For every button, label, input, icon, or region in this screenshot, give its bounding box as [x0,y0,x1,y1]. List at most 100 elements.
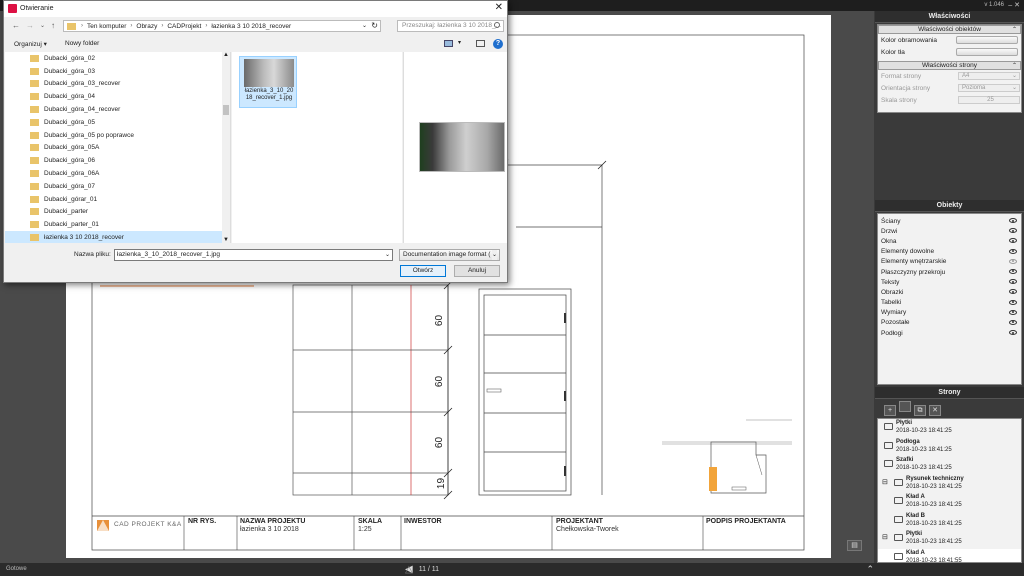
chevron-up-icon[interactable]: ⌃ [866,564,874,575]
folder-item[interactable]: Dubacki_parter_01 [5,218,230,231]
eye-icon[interactable] [1009,258,1017,264]
chevron-down-icon[interactable]: ⌄ [385,250,390,260]
view-mode-icon[interactable] [444,40,453,47]
add-page-icon[interactable]: + [884,405,896,416]
page-format-select[interactable]: A4 ⌄ [958,72,1020,80]
breadcrumb-item[interactable]: Ten komputer [87,23,126,30]
eye-icon[interactable] [1009,279,1017,285]
file-item[interactable]: łazienka_3_10_20 18_recover_1.jpg [239,56,297,108]
folder-item[interactable]: Dubacki_góra_06A [5,167,230,180]
folder-item[interactable]: Dubacki_górar_01 [5,193,230,206]
folder-item[interactable]: łazienka 3 10 2018_recover [5,231,230,243]
object-layer-row[interactable]: Płaszczyzny przekroju [878,267,1021,277]
page-item[interactable]: Szafki 2018-10-23 18:41:25 [878,456,1021,475]
page-scale-input[interactable]: 25 [958,96,1020,104]
folder-item[interactable]: Dubacki_góra_06 [5,154,230,167]
refresh-icon[interactable]: ↻ [371,21,378,30]
page-item[interactable]: ⊟ Rysunek techniczny 2018-10-23 18:41:25 [878,475,1021,494]
blank-page-icon[interactable] [899,401,911,412]
filename-input[interactable]: łazienka_3_10_2018_recover_1.jpg ⌄ [114,249,393,261]
object-layer-row[interactable]: Tabelki [878,298,1021,308]
eye-icon[interactable] [1009,268,1017,274]
object-layer-row[interactable]: Drzwi [878,226,1021,236]
help-icon[interactable]: ? [493,39,503,49]
open-button[interactable]: Otwórz [400,265,446,277]
eye-icon[interactable] [1009,299,1017,305]
search-input[interactable]: Przeszukaj: łazienka 3 10 2018_... [397,20,504,32]
open-file-dialog: Otwieranie ✕ ← → ⌄ ↑ › Ten komputer › Ob… [3,0,508,283]
preview-pane-icon[interactable] [476,40,485,47]
chevron-down-icon[interactable]: ▾ [458,39,461,46]
eye-icon[interactable] [1009,248,1017,254]
border-color-button[interactable] [956,36,1018,44]
close-icon[interactable]: ✕ [495,2,503,13]
page-item[interactable]: Kład A 2018-10-23 18:41:55 [878,548,1021,562]
page-item[interactable]: ⊟ Płytki 2018-10-23 18:41:25 [878,530,1021,549]
eye-icon[interactable] [1009,218,1017,223]
object-properties-header[interactable]: Właściwości obiektów ⌃ [878,25,1021,34]
folder-item[interactable]: Dubacki_góra_04_recover [5,103,230,116]
object-layer-row[interactable]: Wymiary [878,308,1021,318]
collapse-icon[interactable]: ⊟ [882,478,888,486]
forward-arrow-icon[interactable]: → [26,21,34,30]
page-orientation-row: Orientacja strony Pozioma ⌄ [878,82,1021,94]
history-dropdown-icon[interactable]: ⌄ [40,22,45,29]
folder-item[interactable]: Dubacki_góra_03_recover [5,78,230,91]
scroll-thumb[interactable] [223,105,229,115]
folder-icon [67,22,76,30]
object-layer-row[interactable]: Okna [878,236,1021,246]
eye-icon[interactable] [1009,228,1017,234]
page-item[interactable]: Kład B 2018-10-23 18:41:25 [878,512,1021,531]
eye-icon[interactable] [1009,330,1017,336]
page-scale-value: 25 [987,97,994,103]
folder-tree-scrollbar[interactable]: ▲ ▼ [222,52,230,243]
page-item[interactable]: Kład A 2018-10-23 18:41:25 [878,493,1021,512]
window-controls[interactable]: – ✕ [1008,1,1020,9]
up-arrow-icon[interactable]: ↑ [51,21,55,30]
object-layer-row[interactable]: Ściany [878,216,1021,226]
object-layer-row[interactable]: Teksty [878,277,1021,287]
next-page-icon[interactable]: ▷ [403,566,414,574]
folder-item[interactable]: Dubacki_góra_05A [5,142,230,155]
mini-plan-room [710,441,767,494]
page-item[interactable]: Podłoga 2018-10-23 18:41:25 [878,438,1021,457]
folder-item[interactable]: Dubacki_góra_04 [5,90,230,103]
object-layer-row[interactable]: Pozostałe [878,318,1021,328]
folder-item[interactable]: Dubacki_góra_02 [5,52,230,65]
delete-page-icon[interactable]: ✕ [929,405,941,416]
eye-icon[interactable] [1009,319,1017,325]
folder-item[interactable]: Dubacki_parter [5,206,230,219]
back-arrow-icon[interactable]: ← [12,21,20,30]
eye-icon[interactable] [1009,289,1017,295]
scroll-up-icon[interactable]: ▲ [223,52,229,58]
sheet-settings-icon[interactable]: ▤ [847,540,862,551]
folder-item[interactable]: Dubacki_góra_05 [5,116,230,129]
page-properties-header[interactable]: Właściwości strony ⌃ [878,61,1021,70]
page-properties-title: Właściwości strony [922,62,977,69]
page-item[interactable]: Płytki 2018-10-23 18:41:25 [878,419,1021,438]
organize-button[interactable]: Organizuj ▾ [14,40,47,48]
bg-color-button[interactable] [956,48,1018,56]
breadcrumb-item[interactable]: łazienka 3 10 2018_recover [211,23,291,30]
folder-item[interactable]: Dubacki_góra_07 [5,180,230,193]
object-layer-row[interactable]: Obrazki [878,287,1021,297]
object-layer-row[interactable]: Elementy dowolne [878,247,1021,257]
eye-icon[interactable] [1009,309,1017,315]
filetype-select[interactable]: Documentation image format ( ⌄ [399,249,500,261]
object-layer-row[interactable]: Elementy wnętrzarskie [878,257,1021,267]
copy-page-icon[interactable]: ⧉ [914,405,926,416]
cancel-button[interactable]: Anuluj [454,265,500,277]
chevron-down-icon[interactable]: ⌄ [362,22,367,29]
eye-icon[interactable] [1009,238,1017,244]
new-folder-button[interactable]: Nowy folder [65,40,99,47]
folder-item[interactable]: Dubacki_góra_03 [5,65,230,78]
breadcrumb-item[interactable]: Obrazy [136,23,157,30]
object-layer-row[interactable]: Podłogi [878,328,1021,338]
address-bar[interactable]: › Ten komputer › Obrazy › CADProjekt › ł… [63,20,381,32]
page-orientation-select[interactable]: Pozioma ⌄ [958,84,1020,92]
folder-item[interactable]: Dubacki_góra_05 po poprawce [5,129,230,142]
breadcrumb-item[interactable]: CADProjekt [167,23,201,30]
scroll-down-icon[interactable]: ▼ [223,237,229,243]
folder-list: Dubacki_góra_02 Dubacki_góra_03 Dubacki_gó… [5,52,230,243]
collapse-icon[interactable]: ⊟ [882,533,888,541]
